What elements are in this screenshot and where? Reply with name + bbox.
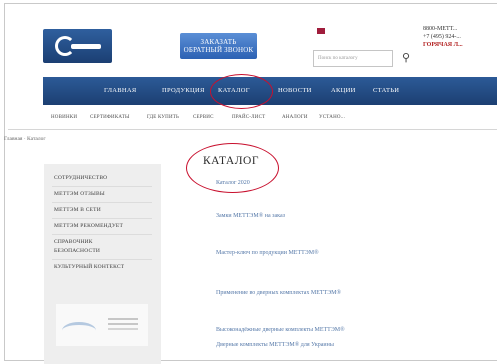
sidebar-item-handbook-line2[interactable]: БЕЗОПАСНОСТИ [54, 247, 100, 255]
sidebar-item-recommends[interactable]: МЕТТЭМ РЕКОМЕНДУЕТ [54, 222, 123, 230]
sidebar-item-culture[interactable]: КУЛЬТУРНЫЙ КОНТЕКСТ [54, 263, 124, 271]
sidebar-item-reviews[interactable]: МЕТТЭМ ОТЗЫВЫ [54, 190, 105, 198]
nav-item-articles[interactable]: СТАТЬИ [373, 77, 399, 105]
nav-item-promos[interactable]: АКЦИИ [331, 77, 356, 105]
subnav-item-certificates[interactable]: СЕРТИФИКАТЫ [90, 115, 130, 120]
catalog-link-high-security[interactable]: Высоконадёжные дверные комплекты МЕТТЭМ® [216, 327, 345, 333]
subnav-item-service[interactable]: СЕРВИС [193, 115, 214, 120]
catalog-highlight-circle [210, 74, 273, 109]
subnav-item-new[interactable]: НОВИНКИ [51, 115, 77, 120]
logo-key-bar [71, 44, 101, 49]
subnav-divider [8, 129, 497, 130]
sidebar-item-handbook[interactable]: СПРАВОЧНИК [54, 238, 93, 246]
nav-item-products[interactable]: ПРОДУКЦИЯ [162, 77, 205, 105]
nav-item-home[interactable]: ГЛАВНАЯ [104, 77, 137, 105]
promo-text-lines [108, 318, 138, 320]
sidebar-divider [52, 234, 152, 235]
language-flag-icon[interactable] [317, 28, 325, 34]
catalog-link-ukraine[interactable]: Дверные комплекты МЕТТЭМ® для Украины [216, 342, 334, 348]
sidebar-divider [52, 202, 152, 203]
catalog-link-custom-locks[interactable]: Замки МЕТТЭМ® на заказ [216, 213, 285, 219]
sidebar-divider [52, 259, 152, 260]
catalog-link-2020[interactable]: Каталог 2020 [216, 180, 250, 186]
phone-moscow[interactable]: +7 (495) 924-... [423, 33, 463, 41]
sidebar-divider [52, 218, 152, 219]
subnav-item-where-to-buy[interactable]: ГДЕ КУПИТЬ [147, 115, 179, 120]
callback-label-line2: ОБРАТНЫЙ ЗВОНОК [183, 46, 254, 54]
subnav-item-analogs[interactable]: АНАЛОГИ [282, 115, 308, 120]
secondary-navigation: НОВИНКИ СЕРТИФИКАТЫ ГДЕ КУПИТЬ СЕРВИС ПР… [43, 112, 497, 128]
sidebar-item-cooperation[interactable]: СОТРУДНИЧЕСТВО [54, 174, 107, 182]
search-icon[interactable]: ⚲ [398, 50, 414, 67]
search-placeholder: Поиск по каталогу [318, 56, 358, 61]
catalog-link-door-sets[interactable]: Применение во дверных комплектах МЕТТЭМ® [216, 290, 341, 296]
sidebar-item-online[interactable]: МЕТТЭМ В СЕТИ [54, 206, 101, 214]
subnav-item-install[interactable]: УСТАНО... [319, 115, 345, 120]
callback-label-line1: ЗАКАЗАТЬ [200, 38, 237, 46]
promo-swoosh-graphic [62, 322, 96, 339]
catalog-link-master-key[interactable]: Мастер-ключ по продукции МЕТТЭМ® [216, 250, 319, 256]
nav-item-news[interactable]: НОВОСТИ [278, 77, 312, 105]
phone-free[interactable]: 8800-МЕТТ... [423, 25, 463, 33]
contact-block: 8800-МЕТТ... +7 (495) 924-... ГОРЯЧАЯ Л.… [423, 25, 463, 49]
sidebar-menu: СОТРУДНИЧЕСТВО МЕТТЭМ ОТЗЫВЫ МЕТТЭМ В СЕ… [44, 164, 161, 364]
breadcrumb[interactable]: Главная · Каталог [4, 136, 46, 142]
subnav-item-price-list[interactable]: ПРАЙС-ЛИСТ [232, 115, 265, 120]
sidebar-divider [52, 186, 152, 187]
site-logo[interactable] [43, 29, 112, 63]
search-input[interactable]: Поиск по каталогу [313, 50, 393, 67]
hotline-label: ГОРЯЧАЯ Л... [423, 42, 463, 48]
sidebar-promo-banner[interactable] [56, 304, 148, 346]
callback-button[interactable]: ЗАКАЗАТЬ ОБРАТНЫЙ ЗВОНОК [180, 33, 257, 59]
